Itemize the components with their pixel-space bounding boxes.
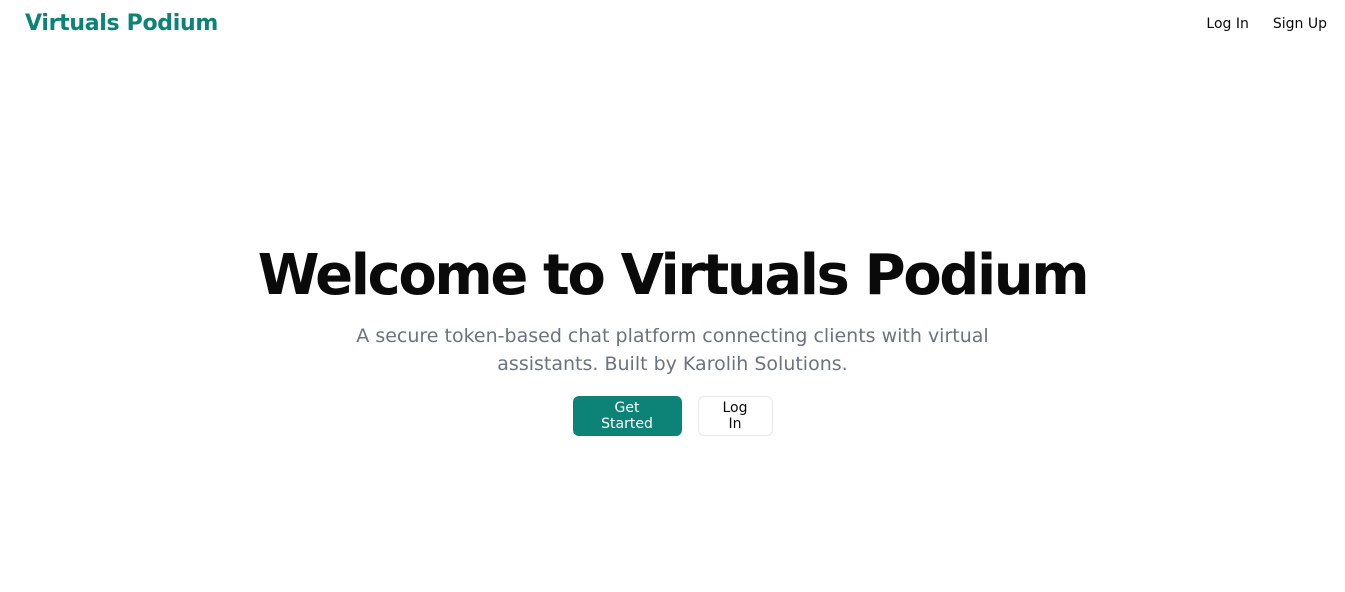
header-nav: Log In Sign Up (1206, 16, 1327, 32)
nav-signup-link[interactable]: Sign Up (1273, 16, 1327, 32)
hero-title: Welcome to Virtuals Podium (257, 243, 1090, 308)
get-started-button[interactable]: Get Started (572, 396, 682, 436)
hero-actions: Get Started Log In (0, 396, 1345, 436)
top-navbar: Virtuals Podium Log In Sign Up (0, 0, 1345, 52)
nav-login-link[interactable]: Log In (1206, 16, 1248, 32)
hero-login-button[interactable]: Log In (697, 396, 773, 436)
brand-logo-link[interactable]: Virtuals Podium (25, 11, 218, 36)
hero-subtitle: A secure token-based chat platform conne… (356, 325, 989, 375)
hero-section: Welcome to Virtuals Podium A secure toke… (0, 242, 1345, 436)
